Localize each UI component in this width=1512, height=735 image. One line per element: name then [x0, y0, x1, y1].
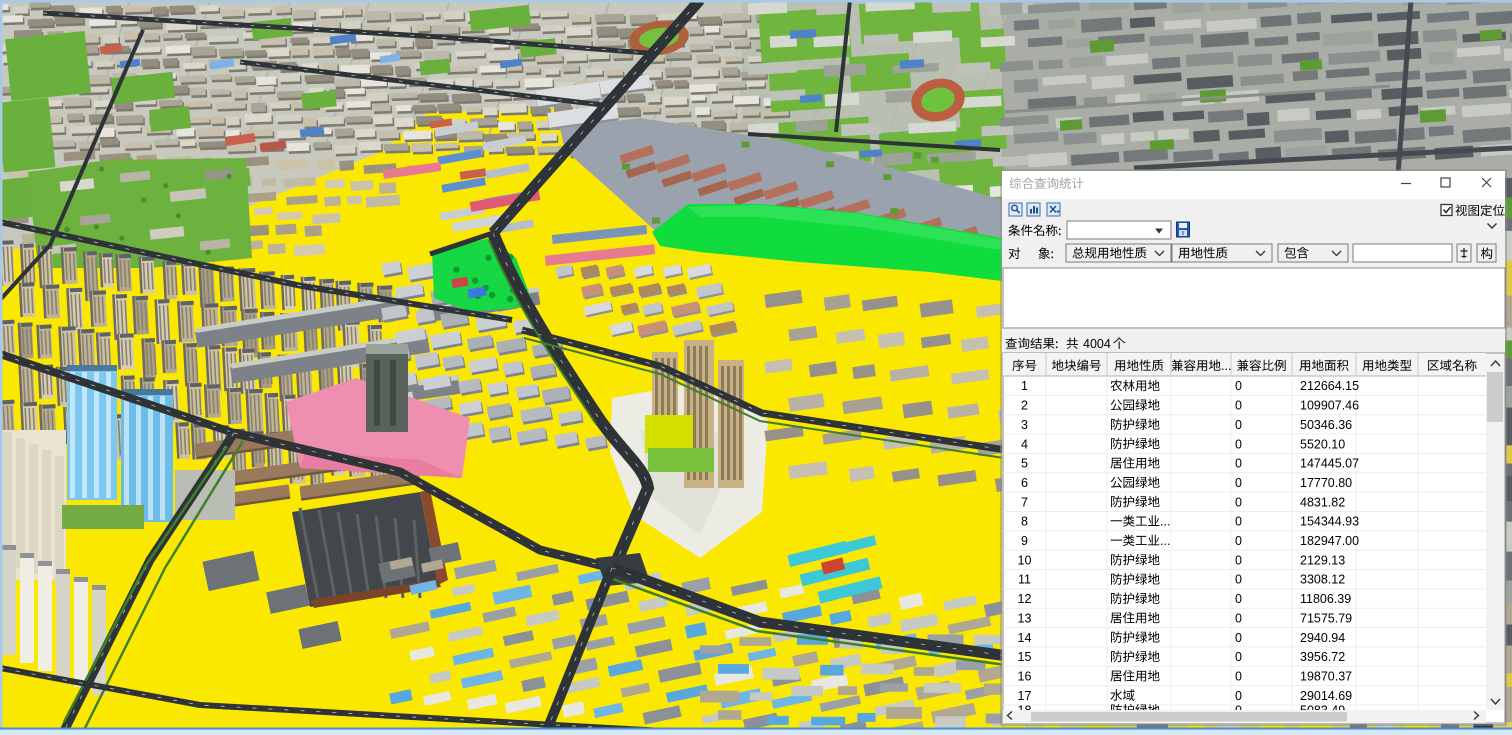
svg-text:0: 0: [1235, 669, 1242, 683]
svg-text:6: 6: [1021, 476, 1028, 490]
svg-text:109907.46: 109907.46: [1300, 399, 1359, 413]
svg-text:16: 16: [1018, 669, 1032, 683]
svg-text:7: 7: [1021, 495, 1028, 509]
svg-text:0: 0: [1235, 399, 1242, 413]
svg-text:12: 12: [1018, 592, 1032, 606]
svg-text:0: 0: [1235, 457, 1242, 471]
svg-text:50346.36: 50346.36: [1300, 418, 1352, 432]
svg-text:4: 4: [1021, 437, 1028, 451]
svg-text:3956.72: 3956.72: [1300, 650, 1345, 664]
svg-text:0: 0: [1235, 573, 1242, 587]
svg-text:14: 14: [1018, 631, 1032, 645]
svg-text:0: 0: [1235, 515, 1242, 529]
svg-text:9: 9: [1021, 534, 1028, 548]
svg-text:0: 0: [1235, 476, 1242, 490]
svg-text:0: 0: [1235, 650, 1242, 664]
svg-text:...: ...: [1221, 359, 1231, 373]
svg-text:182947.00: 182947.00: [1300, 534, 1359, 548]
svg-text:0: 0: [1235, 534, 1242, 548]
svg-text:11806.39: 11806.39: [1300, 592, 1351, 606]
svg-text:13: 13: [1018, 611, 1032, 625]
svg-text:0: 0: [1235, 553, 1242, 567]
svg-text:154344.93: 154344.93: [1300, 515, 1359, 529]
svg-text:15: 15: [1018, 650, 1032, 664]
svg-text:17: 17: [1018, 689, 1032, 703]
svg-text:11: 11: [1018, 573, 1031, 587]
svg-text:...: ...: [1160, 515, 1170, 529]
svg-text:5: 5: [1021, 457, 1028, 471]
svg-text:0: 0: [1235, 592, 1242, 606]
svg-text:8: 8: [1021, 515, 1028, 529]
svg-text:2: 2: [1021, 399, 1028, 413]
svg-text:0: 0: [1235, 418, 1242, 432]
svg-text:0: 0: [1235, 437, 1242, 451]
svg-text:4831.82: 4831.82: [1300, 495, 1345, 509]
svg-text:3308.12: 3308.12: [1300, 573, 1345, 587]
svg-text:147445.07: 147445.07: [1300, 457, 1359, 471]
svg-text:2940.94: 2940.94: [1300, 631, 1345, 645]
svg-text:10: 10: [1018, 553, 1032, 567]
svg-text:19870.37: 19870.37: [1300, 669, 1352, 683]
svg-text:0: 0: [1235, 689, 1242, 703]
svg-text:5520.10: 5520.10: [1300, 437, 1345, 451]
svg-text:71575.79: 71575.79: [1300, 611, 1352, 625]
svg-text:212664.15: 212664.15: [1300, 379, 1359, 393]
svg-text:3: 3: [1021, 418, 1028, 432]
svg-text:4004: 4004: [1083, 337, 1111, 351]
svg-text:17770.80: 17770.80: [1300, 476, 1352, 490]
svg-text:0: 0: [1235, 495, 1242, 509]
svg-text:1: 1: [1021, 379, 1028, 393]
svg-text:0: 0: [1235, 379, 1242, 393]
svg-text:29014.69: 29014.69: [1300, 689, 1352, 703]
svg-text:...: ...: [1160, 534, 1170, 548]
svg-text:0: 0: [1235, 631, 1242, 645]
svg-text:0: 0: [1235, 611, 1242, 625]
svg-text:2129.13: 2129.13: [1300, 553, 1345, 567]
